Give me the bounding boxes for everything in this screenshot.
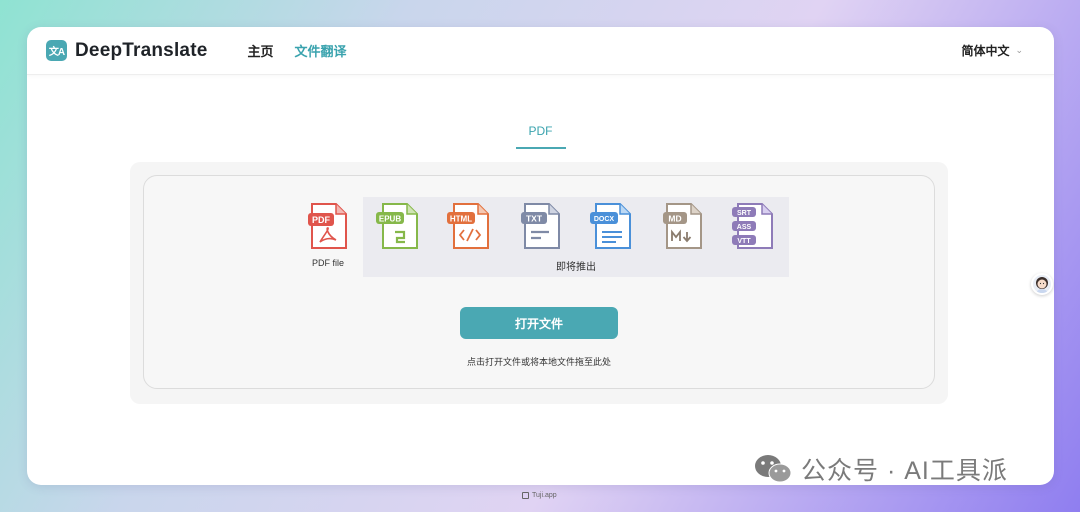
open-file-button[interactable]: 打开文件 [460, 307, 618, 339]
html-badge-text: HTML [449, 215, 471, 224]
logo[interactable]: 文A DeepTranslate [46, 40, 208, 62]
format-list: PDF PDF file EPUB HTML TXT DOCX MD SRT A… [294, 197, 789, 277]
md-badge-text: MD [668, 214, 681, 224]
ass-badge-text: ASS [736, 224, 751, 231]
watermark: 公众号 · AI工具派 [753, 451, 1008, 487]
footer-icon [522, 492, 529, 499]
srt-badge-text: SRT [737, 210, 752, 217]
assistant-avatar[interactable] [1031, 273, 1053, 295]
nav-item-home[interactable]: 主页 [248, 41, 274, 60]
avatar-icon [1036, 277, 1048, 293]
vtt-badge-text: VTT [737, 238, 751, 245]
language-selector[interactable]: 简体中文 ⌄ [961, 42, 1023, 59]
docx-file-icon: DOCX [588, 202, 636, 250]
translate-icon: 文A [46, 40, 67, 61]
top-bar: 文A DeepTranslate 主页 文件翻译 简体中文 ⌄ [27, 27, 1054, 75]
subtitle-file-icon: SRT ASS VTT [730, 202, 778, 250]
language-label: 简体中文 [961, 44, 1010, 58]
pdf-badge-text: PDF [312, 215, 331, 225]
logo-text: DeepTranslate [75, 39, 208, 61]
wechat-icon [755, 455, 792, 483]
md-file-icon: MD [659, 202, 707, 250]
pdf-file-label: PDF file [311, 258, 344, 268]
format-pdf: PDF PDF file [294, 197, 362, 277]
watermark-text: 公众号 · AI工具派 [801, 457, 1008, 485]
nav-item-file-translate[interactable]: 文件翻译 [295, 41, 347, 60]
txt-file-icon: TXT [517, 202, 565, 250]
epub-badge-text: EPUB [378, 215, 400, 224]
epub-file-icon: EPUB [375, 202, 423, 250]
txt-badge-text: TXT [525, 214, 542, 224]
html-file-icon: HTML [446, 202, 494, 250]
main-nav: 主页 文件翻译 [248, 41, 347, 60]
docx-badge-text: DOCX [593, 216, 614, 223]
drop-zone[interactable]: PDF PDF file EPUB HTML TXT DOCX MD SRT A… [143, 175, 935, 389]
footer-tag: Tuji.app [522, 492, 557, 499]
coming-soon-icons: EPUB HTML TXT DOCX MD SRT ASS VTT [375, 202, 778, 250]
drop-hint-text: 点击打开文件或将本地文件拖至此处 [466, 357, 611, 367]
upload-panel: PDF PDF file EPUB HTML TXT DOCX MD SRT A… [130, 162, 948, 404]
format-tabs: PDF [27, 124, 1054, 149]
chevron-down-icon: ⌄ [1015, 45, 1023, 55]
app-window: 文A DeepTranslate 主页 文件翻译 简体中文 ⌄ PDF PDF … [27, 27, 1054, 485]
coming-soon-group: EPUB HTML TXT DOCX MD SRT ASS VTT 即将推出 [363, 197, 789, 277]
footer-text: Tuji.app [532, 492, 557, 499]
tab-pdf[interactable]: PDF [515, 124, 566, 149]
pdf-file-icon: PDF [308, 202, 348, 250]
coming-soon-label: 即将推出 [556, 262, 596, 273]
